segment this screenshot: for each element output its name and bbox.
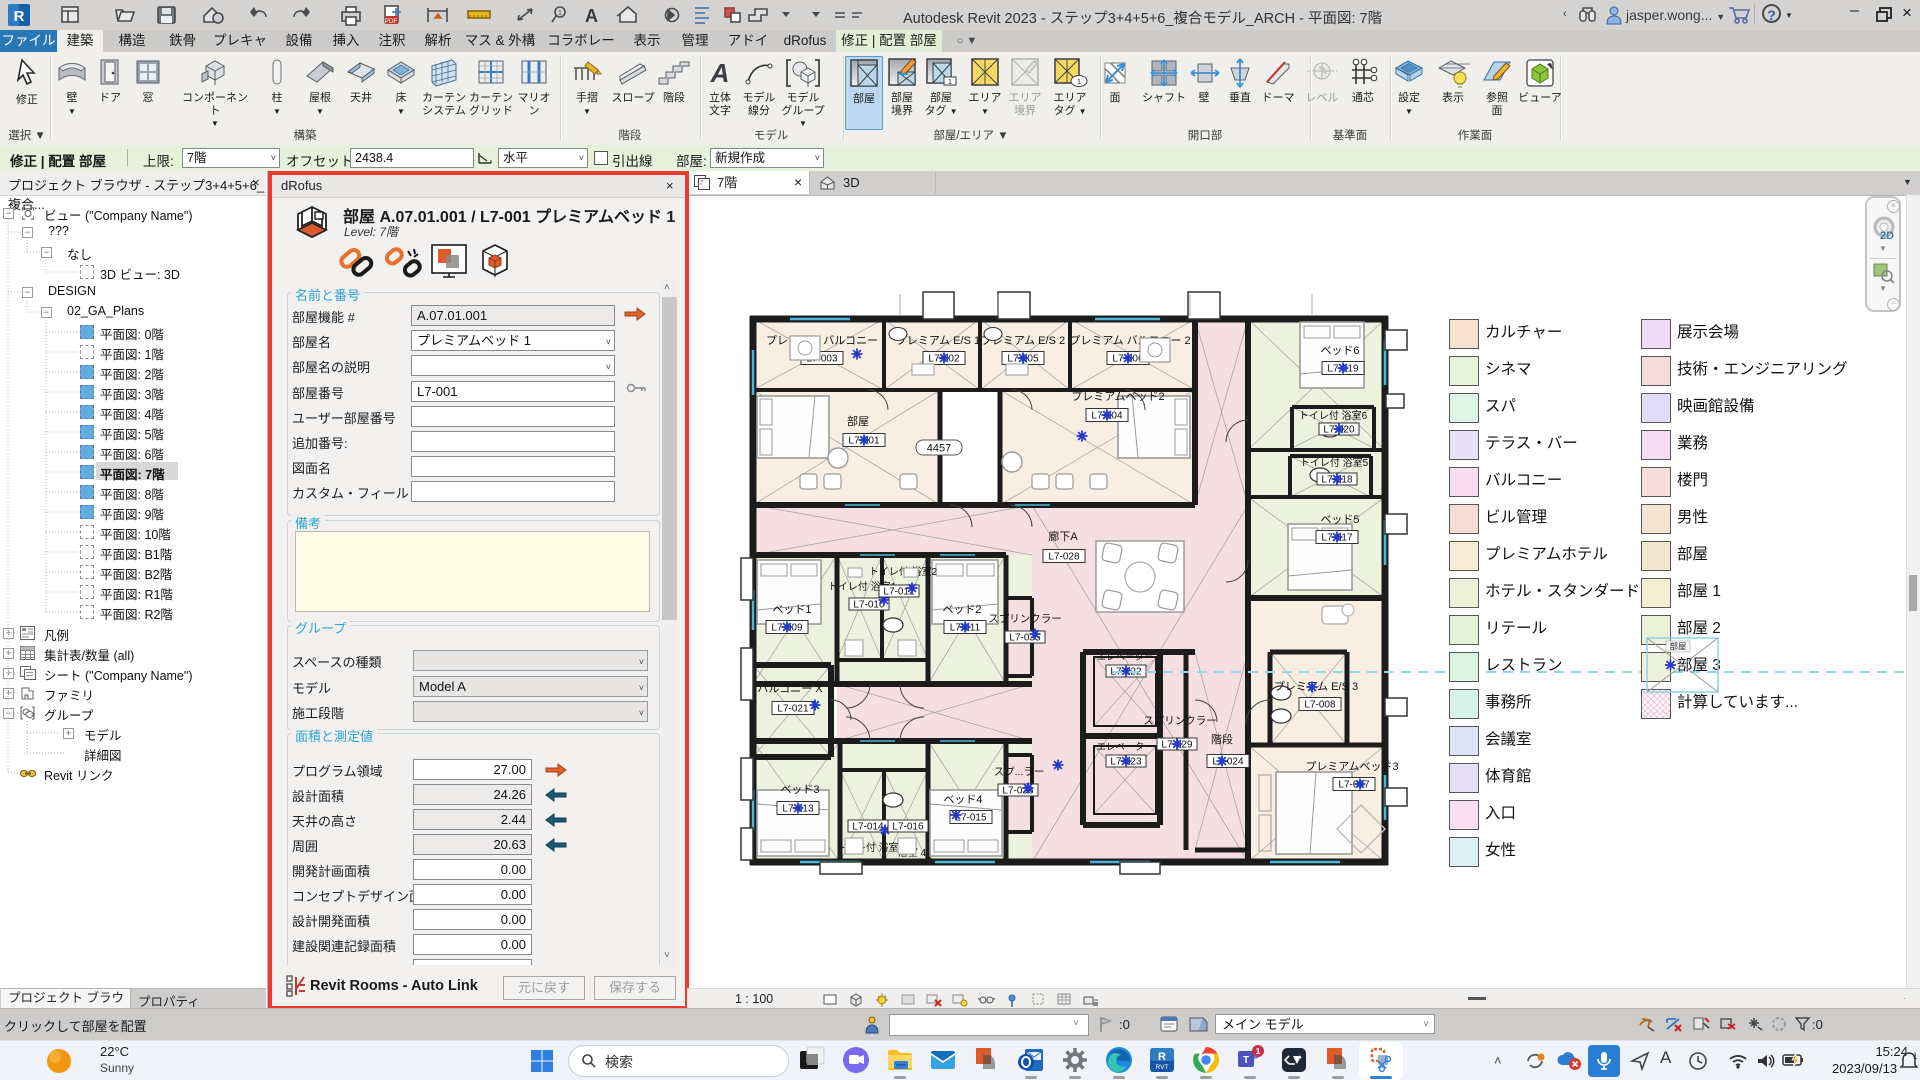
svg-text:エレベーター: エレベーター (1096, 652, 1153, 663)
svg-text:ベッド6: ベッド6 (1320, 345, 1359, 357)
svg-text:トイレ付 浴室2: トイレ付 浴室2 (869, 565, 938, 578)
svg-text:ベッド2: ベッド2 (942, 604, 981, 616)
svg-text:部屋: 部屋 (1669, 642, 1687, 652)
svg-text:4457: 4457 (927, 443, 951, 455)
svg-text:L7-028: L7-028 (1048, 552, 1080, 563)
svg-text:階段: 階段 (1211, 732, 1233, 746)
svg-text:スプリンクラー: スプリンクラー (1143, 715, 1217, 727)
svg-text:1: 1 (558, 10, 562, 17)
svg-text:L7-021: L7-021 (777, 704, 809, 715)
svg-text:廊下A: 廊下A (1048, 529, 1078, 543)
svg-text:L7-007: L7-007 (1338, 780, 1370, 791)
svg-text:1: 1 (1256, 1046, 1261, 1056)
svg-text:1: 1 (1077, 77, 1081, 86)
svg-text:トイレ付 浴室5: トイレ付 浴室5 (1300, 456, 1369, 469)
svg-text:プレミアムベッド2: プレミアムベッド2 (1071, 390, 1164, 403)
svg-text:部屋: 部屋 (847, 414, 869, 428)
svg-text:トイレ付 浴室6: トイレ付 浴室6 (1299, 409, 1368, 422)
svg-text:R: R (1158, 1051, 1166, 1063)
svg-text:1: 1 (1913, 1052, 1918, 1061)
svg-text:L7-014: L7-014 (852, 822, 884, 833)
svg-text:ベッド1: ベッド1 (772, 604, 811, 616)
svg-text:1: 1 (948, 79, 952, 86)
svg-text:バルコニー X: バルコニー X (757, 682, 823, 695)
svg-text:L7-010: L7-010 (853, 600, 885, 611)
svg-text:ベッド5: ベッド5 (1320, 514, 1359, 526)
svg-text:R: R (14, 8, 25, 25)
svg-text:L7-008: L7-008 (1304, 700, 1336, 711)
svg-text:プレミアム バルコニー 2: プレミアム バルコニー 2 (1069, 334, 1190, 347)
svg-text:スプ...ラー: スプ...ラー (994, 766, 1045, 778)
svg-text:RVT: RVT (1156, 1064, 1169, 1071)
svg-text:プレミアム E/S 1: プレミアム E/S 1 (896, 334, 980, 347)
svg-text:L7-024: L7-024 (1212, 757, 1244, 768)
svg-text:A: A (585, 6, 598, 26)
svg-text:エレベーター: エレベーター (1096, 742, 1153, 753)
svg-text:ベッド4: ベッド4 (943, 794, 982, 806)
svg-text:A: A (710, 58, 730, 88)
svg-text:プレミアムベッド3: プレミアムベッド3 (1305, 760, 1398, 773)
svg-text:PDF: PDF (385, 18, 398, 25)
svg-text:T: T (1243, 1055, 1249, 1066)
svg-text:スプリンクラー: スプリンクラー (988, 613, 1062, 625)
svg-text:プレミアム バルコニー: プレミアム バルコニー (766, 334, 878, 347)
svg-text:ベッド3: ベッド3 (780, 784, 819, 796)
svg-text:L7-016: L7-016 (892, 822, 924, 833)
